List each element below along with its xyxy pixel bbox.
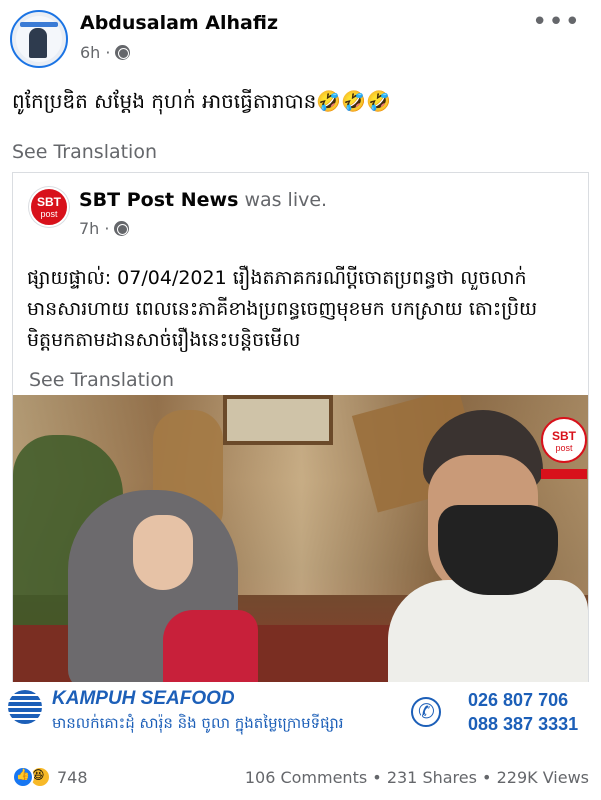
globe-icon	[114, 221, 130, 236]
meta-separator: ·	[104, 219, 110, 238]
globe-icon	[115, 45, 131, 60]
live-label-bar	[541, 469, 587, 479]
shared-page-name[interactable]: SBT Post News	[79, 189, 238, 211]
meta-separator: ·	[105, 43, 111, 62]
post-footer: 748 106 Comments • 231 Shares • 229K Vie…	[0, 760, 601, 796]
shared-time[interactable]: 7h	[79, 219, 99, 238]
avatar-banner	[20, 22, 58, 27]
author-name[interactable]: Abdusalam Alhafiz	[80, 12, 278, 34]
like-reaction-icon	[12, 766, 34, 788]
page-logo[interactable]: SBT post	[29, 187, 69, 227]
post-time[interactable]: 6h	[80, 43, 100, 62]
video-frame-decor	[223, 395, 333, 445]
seafood-logo-icon	[8, 690, 42, 724]
video-ad-banner[interactable]: KAMPUH SEAFOOD មានលក់គោះដុំ សារ៉ុន និង ច…	[0, 682, 601, 742]
ad-subtitle: មានលក់គោះដុំ សារ៉ុន និង ចូលា ក្នុងតម្លៃក…	[52, 714, 344, 732]
watermark-text: SBT	[552, 429, 576, 443]
reactions-count: 748	[57, 767, 88, 787]
page-logo-subtext: post	[40, 209, 58, 219]
ad-phone-1: 026 807 706	[468, 690, 569, 710]
views-count: 229K Views	[496, 768, 589, 787]
shared-page-heading: SBT Post News was live.	[79, 189, 327, 211]
engagement-stats: 106 Comments • 231 Shares • 229K Views	[245, 768, 589, 787]
page-logo-text: SBT	[37, 195, 61, 209]
phone-icon	[411, 697, 441, 727]
author-avatar[interactable]	[10, 10, 68, 68]
channel-watermark: SBT post	[541, 417, 587, 463]
watermark-subtext: post	[555, 443, 573, 453]
comments-count[interactable]: 106 Comments	[245, 768, 367, 787]
shared-see-translation-link[interactable]: See Translation	[29, 369, 174, 391]
post-text: ពូកែប្រឌិត សម្ដែង កុហក់ អាចធ្វើតារាបាន🤣🤣…	[12, 89, 392, 113]
see-translation-link[interactable]: See Translation	[12, 141, 157, 163]
video-man-mask	[438, 505, 558, 595]
stats-separator: •	[372, 768, 387, 787]
post-header: Abdusalam Alhafiz 6h · •••	[10, 8, 591, 68]
ad-title: KAMPUH SEAFOOD	[52, 688, 235, 709]
reactions-summary[interactable]: 748	[12, 766, 88, 788]
shared-meta: 7h ·	[79, 219, 130, 238]
live-video[interactable]: SBT post	[13, 395, 588, 682]
video-woman-face	[133, 515, 193, 590]
ad-phone-2: 088 387 3331	[468, 714, 579, 734]
shared-text: ផ្សាយផ្ទាល់: 07/04/2021 រឿងតភាគករណីប្ដីច…	[27, 267, 538, 351]
post-meta: 6h ·	[80, 43, 131, 62]
more-options-icon[interactable]: •••	[532, 9, 581, 35]
shared-post: SBT post SBT Post News was live. 7h · ផ្…	[12, 172, 589, 682]
video-man-shirt	[388, 580, 588, 682]
stats-separator: •	[482, 768, 497, 787]
avatar-person	[29, 28, 47, 58]
shared-action: was live.	[244, 189, 328, 211]
video-woman-jacket	[163, 610, 258, 682]
shares-count[interactable]: 231 Shares	[387, 768, 477, 787]
